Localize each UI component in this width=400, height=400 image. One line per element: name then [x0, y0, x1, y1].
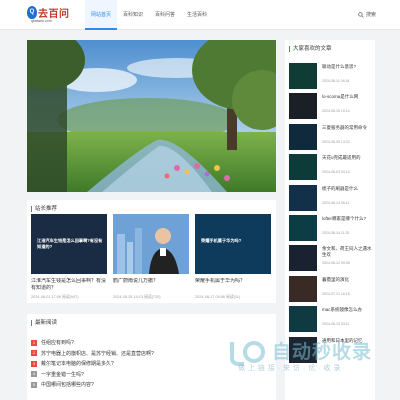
sidebar-item[interactable]: 联动是什么意思? 2024-08-11 04:34	[289, 62, 373, 91]
sidebar-item-date: 2024-08-03 04:14	[322, 170, 350, 175]
recommend-card-date: 2024-08-01 17:06	[31, 295, 61, 299]
sidebar-thumbnail	[289, 63, 317, 89]
sidebar-item-title[interactable]: 梳子的刷器是什么	[322, 186, 374, 198]
recommend-card-date: 2024-08-17 09:56	[195, 295, 225, 299]
sidebar-thumbnail	[289, 184, 317, 211]
nav-item-qa[interactable]: 百科问答	[149, 0, 181, 30]
rank-badge: 1	[31, 339, 37, 346]
sidebar-item-date: 2024-08-11 04:34	[322, 79, 350, 83]
list-item[interactable]: 5 中国哪间包括哪些内容?	[31, 380, 271, 391]
sidebar-item[interactable]: lofter哪家是哪个什么? 2024-08-14 11:32	[289, 214, 373, 243]
recommend-card[interactable]: 鹤广蔚雨说几万撤？ 2024-08-25 14:13 阅读(720)	[113, 214, 189, 300]
sidebar-item-date: 2024-07-21 16:15	[322, 291, 350, 296]
list-item[interactable]: 2 苏宁电器上的旗帜店、是苏宁经销、还是直营店啊?	[31, 349, 271, 360]
sidebar-thumbnail	[289, 336, 317, 363]
recent-title: 最新阅读	[31, 320, 57, 326]
recommend-card-title[interactable]: 江淮汽车生钱是怎么回事啊？有没有知道的？	[31, 278, 107, 292]
recommend-thumb-text: 江淮汽车生钱是怎么回事啊?有没有知道的?	[37, 238, 103, 249]
recommend-title: 站长推荐	[31, 206, 57, 212]
sidebar-item[interactable]: lo-scoma是什么网 2024-08-15 10:14	[289, 92, 373, 121]
list-item-text[interactable]: 戴尔笔记本电脑的保修期是多久?	[41, 361, 114, 367]
sidebar-item[interactable]: 余文和、荷王同人之遇水生欢 2024-08-12 09:08	[289, 244, 373, 273]
sidebar-item-date: 2024-08-15 10:14	[322, 109, 350, 114]
main-nav: 网站首页 百科知识 百科问答 生活百科	[85, 0, 213, 30]
recent-list: 1 任组应有到吗? 2 苏宁电器上的旗帜店、是苏宁经销、还是直营店啊? 3 戴尔笔记本…	[31, 338, 271, 391]
recommend-card-title[interactable]: 荣耀手机属于华为吗？	[195, 278, 271, 292]
sidebar-item[interactable]: 暮霭里的演化 2024-07-21 16:15	[289, 275, 373, 304]
sidebar-item-title[interactable]: 余文和、荷王同人之遇水生欢	[322, 246, 374, 258]
rank-badge: 3	[31, 360, 37, 367]
sidebar-item[interactable]: 梳子的刷器是什么 2024-08-14 05:11	[289, 184, 373, 213]
list-item[interactable]: 4 一字重金错一生吗?	[31, 370, 271, 381]
recommend-card-views: 阅读(947)	[62, 295, 79, 299]
sidebar-item[interactable]: 通用和日本里的记忆	[289, 336, 373, 365]
recommend-card-date: 2024-08-25 14:13	[113, 295, 143, 299]
rank-badge: 2	[31, 350, 37, 357]
search-icon	[358, 11, 364, 18]
sidebar-item-date: 2024-08-05 13:32	[322, 139, 350, 144]
sidebar-item-title[interactable]: mac系统镜像怎么办	[322, 307, 374, 319]
site-header: Q 去百问 qbaiwen.com 网站首页 百科知识 百科问答 生活百科 搜索	[0, 0, 400, 30]
search-button[interactable]: 搜索	[358, 11, 376, 18]
list-item[interactable]: 3 戴尔笔记本电脑的保修期是多久?	[31, 359, 271, 370]
recommend-thumbnail	[113, 214, 189, 274]
sidebar-thumbnail	[289, 123, 317, 150]
list-item[interactable]: 1 任组应有到吗?	[31, 338, 271, 349]
sidebar-title: 大家喜欢的文章	[289, 46, 332, 52]
list-item-text[interactable]: 中国哪间包括哪些内容?	[41, 382, 94, 388]
sidebar-item[interactable]: 三菱服务器的常用命令 2024-08-05 13:32	[289, 123, 373, 152]
nav-item-life[interactable]: 生活百科	[181, 0, 213, 30]
logo-badge: Q	[27, 6, 37, 19]
sidebar-item-title[interactable]: lofter哪家是哪个什么?	[322, 216, 374, 228]
recommend-thumb-text: 荣耀手机属于华为吗?	[201, 238, 242, 243]
sidebar-item-date: 2024-08-14 11:32	[322, 230, 350, 235]
list-item-text[interactable]: 一字重金错一生吗?	[41, 372, 84, 378]
sidebar-item-title[interactable]: 暮霭里的演化	[322, 277, 374, 289]
sidebar-thumbnail	[289, 245, 317, 272]
hero-banner[interactable]	[27, 40, 276, 192]
sidebar-item-title[interactable]: 通用和日本里的记忆	[322, 338, 374, 350]
recommend-card-meta: 2024-08-17 09:56 阅读(11)	[195, 295, 271, 300]
recommend-card[interactable]: 荣耀手机属于华为吗? 荣耀手机属于华为吗？ 2024-08-17 09:56 阅…	[195, 214, 271, 300]
sidebar-thumbnail	[289, 93, 317, 120]
recommend-card-title[interactable]: 鹤广蔚雨说几万撤？	[113, 278, 189, 292]
site-logo[interactable]: Q 去百问 qbaiwen.com	[27, 6, 71, 26]
sidebar-item[interactable]: mac系统镜像怎么办 2024-08-13 03:11	[289, 305, 373, 334]
sidebar-panel: 大家喜欢的文章 联动是什么意思? 2024-08-11 04:34 lo-sco…	[285, 40, 375, 400]
logo-name: 去百问	[38, 9, 70, 20]
recommend-thumbnail: 江淮汽车生钱是怎么回事啊?有没有知道的?	[31, 214, 107, 274]
recommend-thumbnail: 荣耀手机属于华为吗?	[195, 214, 271, 274]
sidebar-item-title[interactable]: 天花u完成最适用的	[322, 155, 374, 167]
sidebar-list: 联动是什么意思? 2024-08-11 04:34 lo-scoma是什么网 2…	[289, 62, 373, 366]
recent-panel: 最新阅读 1 任组应有到吗? 2 苏宁电器上的旗帜店、是苏宁经销、还是直营店啊? 3…	[27, 314, 276, 400]
logo-url: qbaiwen.com	[31, 19, 52, 23]
recommend-card-meta: 2024-08-25 14:13 阅读(720)	[113, 295, 189, 300]
hero-landscape-image	[27, 40, 276, 192]
sidebar-thumbnail	[289, 154, 317, 181]
nav-item-knowledge[interactable]: 百科知识	[117, 0, 149, 30]
sidebar-thumbnail	[289, 306, 317, 333]
sidebar-item-date: 2024-08-13 03:11	[322, 322, 350, 327]
recommend-card-views: 阅读(11)	[226, 295, 241, 299]
rank-badge: 5	[31, 381, 37, 388]
sidebar-item[interactable]: 天花u完成最适用的 2024-08-03 04:14	[289, 153, 373, 182]
nav-item-home[interactable]: 网站首页	[85, 0, 118, 30]
sidebar-item-title[interactable]: 联动是什么意思?	[322, 64, 374, 76]
recommend-panel: 站长推荐 江淮汽车生钱是怎么回事啊?有没有知道的? 江淮汽车生钱是怎么回事啊？有…	[27, 200, 276, 303]
rank-badge: 4	[31, 371, 37, 378]
recommend-card[interactable]: 江淮汽车生钱是怎么回事啊?有没有知道的? 江淮汽车生钱是怎么回事啊？有没有知道的…	[31, 214, 107, 300]
list-item-text[interactable]: 苏宁电器上的旗帜店、是苏宁经销、还是直营店啊?	[41, 351, 154, 357]
recommend-card-views: 阅读(720)	[144, 295, 161, 299]
sidebar-item-date: 2024-08-12 09:08	[322, 261, 350, 266]
recommend-card-meta: 2024-08-01 17:06 阅读(947)	[31, 295, 107, 300]
person-photo	[113, 214, 189, 274]
sidebar-item-title[interactable]: 三菱服务器的常用命令	[322, 125, 374, 137]
sidebar-item-title[interactable]: lo-scoma是什么网	[322, 94, 374, 106]
sidebar-item-date: 2024-08-14 05:11	[322, 200, 350, 205]
sidebar-thumbnail	[289, 214, 317, 241]
list-item-text[interactable]: 任组应有到吗?	[41, 340, 74, 346]
search-label: 搜索	[366, 12, 377, 18]
sidebar-thumbnail	[289, 275, 317, 302]
